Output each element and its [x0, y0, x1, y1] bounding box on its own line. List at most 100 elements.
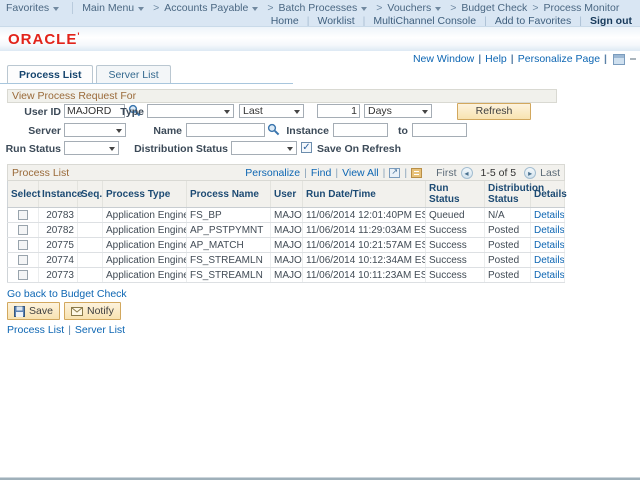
breadcrumb-accounts-payable[interactable]: Accounts Payable — [164, 2, 262, 14]
crumb-separator: > — [376, 2, 382, 14]
pager-previous-icon[interactable]: ◂ — [461, 167, 473, 179]
save-on-refresh-checkbox[interactable]: ✓ — [301, 142, 312, 153]
grid-title: Process List — [12, 167, 69, 179]
instance-to-input[interactable] — [412, 123, 467, 137]
details-link[interactable]: Details — [534, 225, 565, 236]
cell-run-datetime: 11/06/2014 12:01:40PM EST — [303, 208, 426, 223]
view-all-link[interactable]: View All — [342, 167, 379, 179]
name-label: Name — [145, 125, 182, 137]
cell-run-status: Success — [426, 223, 485, 238]
cell-process-name: FS_STREAMLN — [187, 253, 271, 268]
view-process-request-header: View Process Request For — [7, 89, 557, 103]
personalize-link[interactable]: Personalize — [245, 167, 300, 179]
details-link[interactable]: Details — [534, 255, 565, 266]
server-select[interactable] — [64, 123, 126, 137]
cell-distribution-status: Posted — [485, 223, 531, 238]
find-link[interactable]: Find — [311, 167, 331, 179]
server-label: Server — [0, 125, 61, 137]
last-select[interactable]: Last — [239, 104, 304, 118]
process-list-bottom-link[interactable]: Process List — [7, 324, 64, 336]
distribution-status-select[interactable] — [231, 141, 297, 155]
cell-seq — [78, 253, 103, 268]
cell-user: MAJORD — [271, 223, 303, 238]
home-link[interactable]: Home — [271, 15, 299, 27]
breadcrumb: Favorites Main Menu > Accounts Payable >… — [6, 2, 619, 14]
col-process-name: Process Name — [187, 181, 271, 208]
breadcrumb-label: Vouchers — [387, 2, 431, 14]
main-menu-label: Main Menu — [82, 2, 134, 14]
zoom-grid-icon[interactable] — [411, 168, 422, 178]
row-select-checkbox[interactable] — [18, 210, 28, 220]
separator: | — [484, 15, 487, 27]
separator: | — [511, 53, 514, 65]
pager-first-link[interactable]: First — [436, 167, 456, 179]
pager-range: 1-5 of 5 — [481, 167, 517, 179]
cell-run-status: Success — [426, 238, 485, 253]
menu-divider — [72, 2, 73, 14]
breadcrumb-batch-processes[interactable]: Batch Processes — [278, 2, 371, 14]
refresh-button[interactable]: Refresh — [457, 103, 531, 120]
days-select[interactable]: Days — [364, 104, 432, 118]
last-count-input[interactable] — [317, 104, 360, 118]
name-lookup-icon[interactable] — [267, 123, 280, 136]
download-grid-icon[interactable] — [389, 168, 400, 178]
pager-last-link[interactable]: Last — [540, 167, 560, 179]
save-button[interactable]: Save — [7, 302, 60, 320]
add-to-favorites-link[interactable]: Add to Favorites — [495, 15, 571, 27]
col-user: User — [271, 181, 303, 208]
main-menu[interactable]: Main Menu — [82, 2, 148, 14]
tab-process-list[interactable]: Process List — [7, 65, 93, 83]
help-link[interactable]: Help — [485, 53, 507, 65]
go-back-link[interactable]: Go back to Budget Check — [7, 288, 127, 300]
new-window-link[interactable]: New Window — [413, 53, 474, 65]
separator: | — [579, 15, 582, 27]
cell-seq — [78, 268, 103, 283]
details-link[interactable]: Details — [534, 240, 565, 251]
notify-button-label: Notify — [87, 305, 114, 317]
cell-run-datetime: 11/06/2014 10:11:23AM EST — [303, 268, 426, 283]
details-link[interactable]: Details — [534, 210, 565, 221]
row-select-checkbox[interactable] — [18, 255, 28, 265]
cell-instance: 20783 — [39, 208, 78, 223]
personalize-window-icon[interactable] — [613, 54, 625, 65]
type-select[interactable] — [147, 104, 234, 118]
instance-from-input[interactable] — [333, 123, 388, 137]
worklist-link[interactable]: Worklist — [317, 15, 354, 27]
chevron-down-icon — [361, 7, 367, 11]
separator: | — [307, 15, 310, 27]
breadcrumb-process-monitor[interactable]: Process Monitor — [543, 2, 619, 14]
cell-distribution-status: Posted — [485, 268, 531, 283]
table-row: 20775 Application Engine AP_MATCH MAJORD… — [8, 238, 565, 253]
sign-out-link[interactable]: Sign out — [590, 15, 632, 27]
row-select-checkbox[interactable] — [18, 240, 28, 250]
last-select-value: Last — [243, 105, 263, 117]
breadcrumb-label: Accounts Payable — [164, 2, 248, 14]
table-row: 20773 Application Engine FS_STREAMLN MAJ… — [8, 268, 565, 283]
separator: | — [383, 167, 386, 179]
breadcrumb-vouchers[interactable]: Vouchers — [387, 2, 445, 14]
cell-process-type: Application Engine — [103, 238, 187, 253]
details-link[interactable]: Details — [534, 270, 565, 281]
top-navigation-bar: Favorites Main Menu > Accounts Payable >… — [0, 0, 640, 27]
cell-seq — [78, 208, 103, 223]
cell-user: MAJORD — [271, 268, 303, 283]
server-list-bottom-link[interactable]: Server List — [75, 324, 125, 336]
notify-button[interactable]: Notify — [64, 302, 121, 320]
favorites-menu[interactable]: Favorites — [6, 2, 63, 14]
breadcrumb-label: Process Monitor — [543, 2, 619, 14]
multichannel-console-link[interactable]: MultiChannel Console — [373, 15, 476, 27]
row-select-checkbox[interactable] — [18, 270, 28, 280]
process-list-table: Select Instance Seq. Process Type Proces… — [7, 181, 565, 283]
cell-instance: 20774 — [39, 253, 78, 268]
table-row: 20774 Application Engine FS_STREAMLN MAJ… — [8, 253, 565, 268]
name-input[interactable] — [186, 123, 265, 137]
run-status-select[interactable] — [64, 141, 119, 155]
grid-toolbar: Personalize | Find | View All | | First … — [245, 167, 560, 179]
breadcrumb-budget-check[interactable]: Budget Check — [461, 2, 527, 14]
cell-distribution-status: Posted — [485, 238, 531, 253]
personalize-page-link[interactable]: Personalize Page — [518, 53, 600, 65]
row-select-checkbox[interactable] — [18, 225, 28, 235]
tab-server-list[interactable]: Server List — [96, 65, 170, 83]
pager-next-icon[interactable]: ▸ — [524, 167, 536, 179]
separator: | — [604, 53, 607, 65]
